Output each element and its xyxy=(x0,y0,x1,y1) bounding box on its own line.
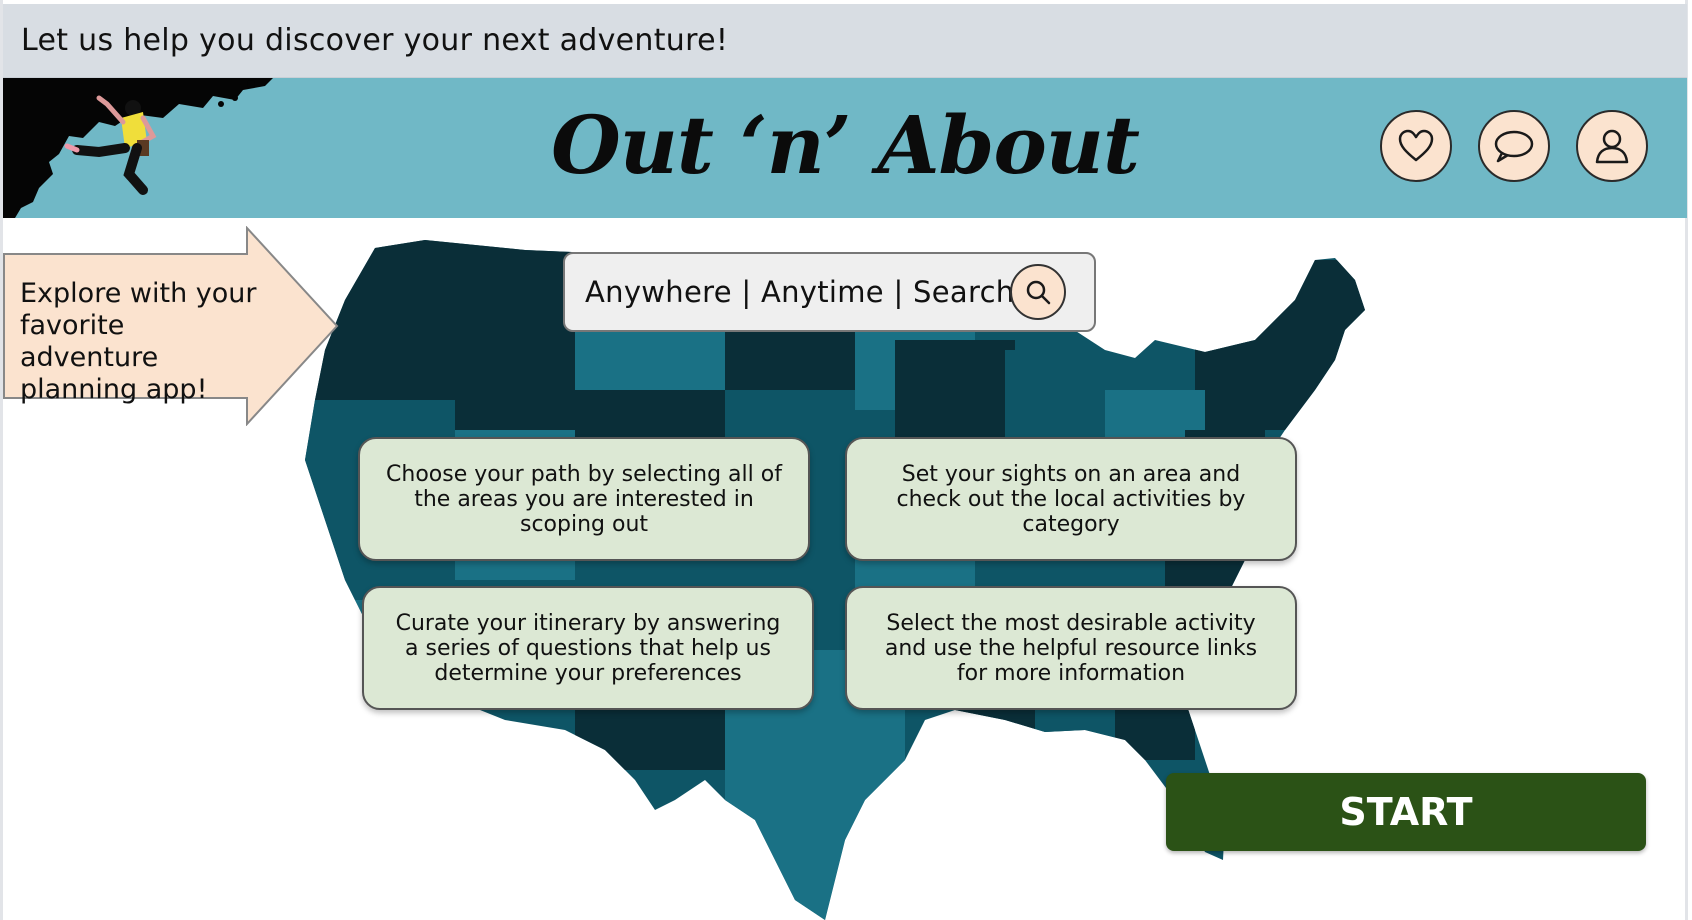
feature-card-select-activity: Select the most desirable activity and u… xyxy=(845,586,1297,710)
feature-card-set-sights: Set your sights on an area and check out… xyxy=(845,437,1297,561)
feature-text: Choose your path by selecting all of the… xyxy=(386,461,782,537)
profile-button[interactable] xyxy=(1576,110,1648,182)
search-label: Anywhere | Anytime | Search xyxy=(585,275,1015,309)
banner-text: Let us help you discover your next adven… xyxy=(21,23,729,58)
chat-bubble-icon xyxy=(1494,130,1534,163)
search-icon xyxy=(1026,280,1051,305)
callout-text: Explore with your favorite adventure pla… xyxy=(20,278,257,405)
user-icon xyxy=(1595,129,1629,164)
feature-text: Select the most desirable activity and u… xyxy=(884,610,1258,686)
feature-card-curate-itinerary: Curate your itinerary by answering a ser… xyxy=(362,586,814,710)
app-header: Out ‘n’ About xyxy=(3,78,1687,218)
start-button[interactable]: START xyxy=(1166,773,1646,851)
feature-text: Curate your itinerary by answering a ser… xyxy=(395,610,781,686)
messages-button[interactable] xyxy=(1478,110,1550,182)
favorites-button[interactable] xyxy=(1380,110,1452,182)
top-banner: Let us help you discover your next adven… xyxy=(3,4,1687,78)
feature-card-choose-path: Choose your path by selecting all of the… xyxy=(358,437,810,561)
search-button[interactable] xyxy=(1010,264,1066,320)
heart-icon xyxy=(1398,129,1434,162)
feature-text: Set your sights on an area and check out… xyxy=(896,461,1246,537)
search-bar[interactable]: Anywhere | Anytime | Search xyxy=(563,252,1096,332)
